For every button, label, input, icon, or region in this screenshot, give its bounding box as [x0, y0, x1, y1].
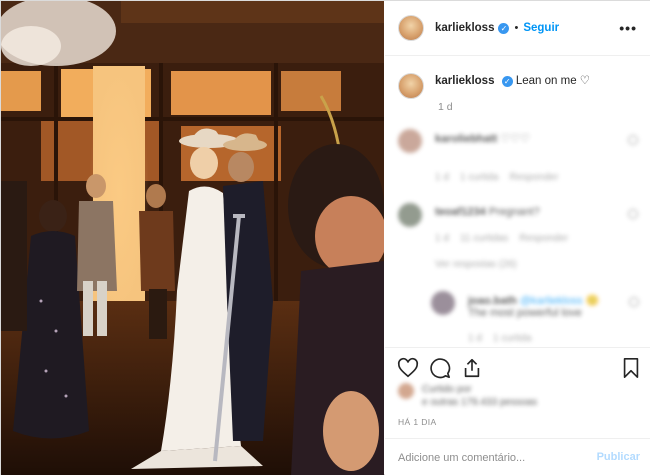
caption-time[interactable]: 1 d	[438, 101, 453, 113]
author-username[interactable]: karliekloss	[435, 22, 494, 34]
add-comment-input[interactable]	[398, 449, 588, 467]
comment-likes[interactable]: 11 curtidas	[460, 233, 508, 244]
post-header: karliekloss ✓ • Seguir •••	[385, 1, 650, 56]
caption-text-block: karliekloss ✓ Lean on me ♡	[435, 73, 590, 99]
comment-subtext: The most powerful love	[468, 307, 582, 319]
more-options-icon[interactable]: •••	[619, 20, 637, 36]
author-avatar[interactable]	[398, 15, 424, 41]
add-comment-bar: Publicar	[385, 438, 650, 475]
follow-button[interactable]: Seguir	[523, 22, 559, 34]
comment-time: 1 d	[435, 233, 449, 244]
instagram-post: karliekloss ✓ • Seguir ••• karliekloss ✓…	[0, 0, 650, 475]
comment-item: teoaf1234 Pregnant? 1 d 11 curtidas Resp…	[398, 203, 638, 253]
post-side-panel: karliekloss ✓ • Seguir ••• karliekloss ✓…	[385, 1, 650, 475]
comment-avatar[interactable]	[431, 291, 455, 315]
liked-by-prefix: Curtido por	[422, 384, 472, 395]
liker-avatar[interactable]	[398, 383, 414, 399]
comment-text-block: karoliebhatt ♡♡♡	[435, 132, 530, 145]
comment-likes[interactable]: 1 curtida	[493, 333, 531, 344]
publish-button[interactable]: Publicar	[597, 451, 640, 463]
comment-item: joao.bath @karliekloss 🙂 The most powerf…	[431, 291, 639, 344]
comment-text: @karliekloss 🙂	[519, 295, 600, 307]
separator-dot: •	[514, 22, 519, 34]
comment-username[interactable]: joao.bath	[468, 295, 517, 307]
comment-avatar[interactable]	[398, 203, 422, 227]
caption-text: Lean on me ♡	[515, 75, 591, 87]
comment-time: 1 d	[468, 333, 482, 344]
heart-icon[interactable]	[628, 135, 638, 145]
view-replies[interactable]: Ver respostas (26)	[398, 259, 638, 275]
heart-icon[interactable]	[397, 357, 419, 379]
caption-username[interactable]: karliekloss	[435, 75, 494, 87]
comment-meta: 1 d 1 curtida Responder	[435, 172, 558, 183]
comment-username[interactable]: karoliebhatt	[435, 133, 497, 145]
heart-icon[interactable]	[629, 297, 639, 307]
wedding-dance-photo	[1, 1, 384, 475]
comment-meta: 1 d 1 curtida	[468, 333, 531, 344]
verified-badge-icon: ✓	[501, 76, 513, 87]
share-icon[interactable]	[461, 357, 483, 379]
post-timestamp[interactable]: HÁ 1 DIA	[398, 417, 437, 427]
comments-section[interactable]: karliekloss ✓ Lean on me ♡ 1 d karoliebh…	[385, 57, 650, 347]
comment-item: karoliebhatt ♡♡♡ 1 d 1 curtida Responder	[398, 129, 638, 183]
action-bar	[385, 347, 650, 387]
liked-by[interactable]: Curtido por e outras 179.433 pessoas	[398, 383, 638, 413]
comment-username[interactable]: teoaf1234	[435, 206, 486, 218]
liked-by-text: Curtido por e outras 179.433 pessoas	[422, 383, 537, 409]
comment-text-block: teoaf1234 Pregnant?	[435, 206, 540, 218]
reply-button[interactable]: Responder	[510, 172, 559, 183]
comment-text: Pregnant?	[488, 206, 540, 218]
comment-meta: 1 d 11 curtidas Responder	[435, 233, 568, 244]
comment-text: ♡♡♡	[500, 133, 531, 145]
view-replies-label[interactable]: Ver respostas (26)	[435, 259, 517, 270]
verified-badge-icon: ✓	[498, 22, 510, 34]
bookmark-icon[interactable]	[621, 357, 641, 379]
comment-avatar[interactable]	[398, 129, 422, 153]
reply-button[interactable]: Responder	[519, 233, 568, 244]
liked-by-count[interactable]: e outras 179.433 pessoas	[422, 397, 537, 408]
comment-likes[interactable]: 1 curtida	[460, 172, 498, 183]
post-photo[interactable]	[1, 1, 384, 475]
comment-icon[interactable]	[429, 357, 451, 379]
post-caption: karliekloss ✓ Lean on me ♡ 1 d	[398, 73, 638, 113]
comment-time: 1 d	[435, 172, 449, 183]
heart-icon[interactable]	[628, 209, 638, 219]
caption-avatar[interactable]	[398, 73, 424, 99]
comment-text-block: joao.bath @karliekloss 🙂 The most powerf…	[468, 294, 599, 319]
